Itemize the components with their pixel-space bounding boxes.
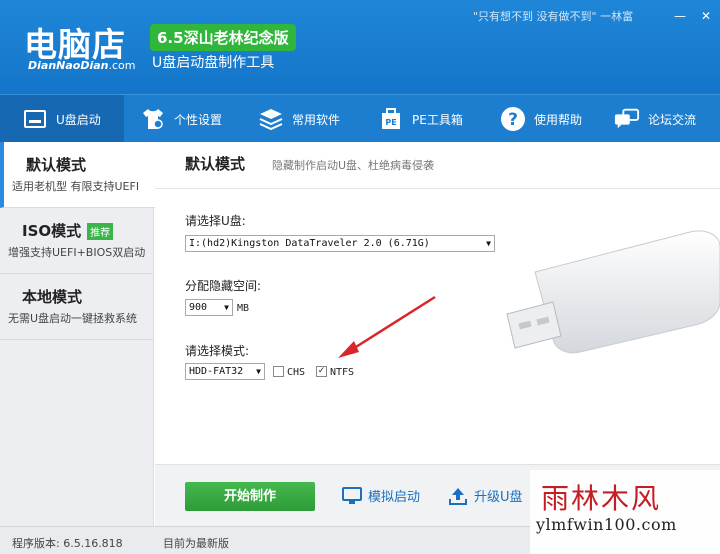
- chs-checkbox[interactable]: [273, 366, 284, 377]
- tshirt-icon: [140, 106, 166, 132]
- nav-item-forum[interactable]: 论坛交流: [614, 95, 696, 143]
- sidebar-item-title-text: ISO模式: [22, 222, 82, 240]
- chevron-down-icon: ▼: [486, 239, 491, 248]
- ntfs-checkbox[interactable]: ✓: [316, 366, 327, 377]
- header-quote: "只有想不到 没有做不到" 一林富: [473, 10, 634, 23]
- program-version: 程序版本: 6.5.16.818: [12, 537, 123, 550]
- mode-value: HDD-FAT32: [189, 366, 244, 377]
- update-status: 目前为最新版: [163, 537, 229, 550]
- page-subtitle: 隐藏制作启动U盘、杜绝病毒侵袭: [272, 159, 435, 172]
- chevron-down-icon: ▼: [256, 367, 261, 376]
- usb-drive-value: I:(hd2)Kingston DataTraveler 2.0 (6.71G): [189, 238, 430, 249]
- close-button[interactable]: ✕: [698, 9, 714, 25]
- sidebar-item-desc: 适用老机型 有限支持UEFI: [12, 180, 140, 193]
- nav-label: 个性设置: [174, 112, 223, 127]
- mode-select[interactable]: HDD-FAT32 ▼: [185, 363, 265, 380]
- chs-label: CHS: [287, 367, 306, 378]
- ntfs-label: NTFS: [330, 367, 355, 378]
- usb-select-label: 请选择U盘:: [185, 214, 246, 228]
- logo-domain: DianNaoDian.com: [28, 59, 136, 72]
- sidebar-item-desc: 增强支持UEFI+BIOS双启动: [8, 246, 146, 259]
- upload-icon: [449, 487, 467, 505]
- app-tagline: U盘启动盘制作工具: [152, 55, 275, 71]
- minimize-button[interactable]: —: [672, 9, 688, 25]
- usb-drive-icon: [22, 106, 48, 132]
- sidebar-item-iso-mode[interactable]: ISO模式 推荐 增强支持UEFI+BIOS双启动: [0, 208, 154, 274]
- nav-item-pe-toolbox[interactable]: PE PE工具箱: [378, 95, 463, 143]
- usb-drive-illustration: [506, 230, 720, 354]
- sidebar-item-title: 默认模式: [26, 156, 87, 174]
- nav-item-help[interactable]: ? 使用帮助: [500, 95, 582, 143]
- watermark-domain: ylmfwin100.com: [536, 515, 677, 534]
- logo-sub-brand: DianNaoDian: [28, 59, 109, 72]
- page-title: 默认模式: [185, 155, 246, 173]
- upgrade-usb-label: 升级U盘: [474, 490, 523, 505]
- version-badge: 6.5深山老林纪念版: [150, 24, 296, 51]
- svg-text:?: ?: [508, 110, 518, 130]
- nav-label: 常用软件: [292, 112, 341, 127]
- main-nav: U盘启动 个性设置 常用软件 PE PE工具箱 ? 使用帮助 论坛交流: [0, 94, 720, 143]
- mode-select-label: 请选择模式:: [185, 344, 250, 358]
- chat-icon: [614, 106, 640, 132]
- start-make-button[interactable]: 开始制作: [185, 482, 315, 511]
- chevron-down-icon: ▼: [224, 303, 229, 312]
- space-unit: MB: [237, 303, 250, 314]
- sidebar-item-local-mode[interactable]: 本地模式 无需U盘启动一键拯救系统: [0, 274, 154, 340]
- watermark-chinese: 雨林木风: [541, 482, 662, 515]
- nav-label: 使用帮助: [534, 112, 583, 127]
- nav-label: U盘启动: [56, 112, 101, 127]
- red-arrow-annotation: [338, 295, 436, 358]
- layers-icon: [258, 106, 284, 132]
- main-content: 默认模式 隐藏制作启动U盘、杜绝病毒侵袭 请选择U盘: I:(hd2)Kings…: [155, 142, 720, 526]
- monitor-icon: [342, 486, 362, 504]
- hidden-space-label: 分配隐藏空间:: [185, 279, 262, 293]
- simulate-boot-button[interactable]: 模拟启动: [342, 486, 420, 505]
- nav-label: PE工具箱: [412, 112, 463, 127]
- mode-sidebar: 默认模式 适用老机型 有限支持UEFI ISO模式 推荐 增强支持UEFI+BIO…: [0, 142, 155, 526]
- sidebar-item-title: 本地模式: [22, 288, 83, 306]
- sidebar-item-default-mode[interactable]: 默认模式 适用老机型 有限支持UEFI: [0, 142, 155, 208]
- divider: [155, 188, 720, 189]
- simulate-boot-label: 模拟启动: [368, 490, 421, 505]
- upgrade-usb-button[interactable]: 升级U盘: [448, 486, 523, 505]
- app-header: 电脑店 DianNaoDian.com 6.5深山老林纪念版 U盘启动盘制作工具…: [0, 0, 720, 94]
- svg-text:PE: PE: [385, 118, 396, 127]
- nav-item-usb-boot[interactable]: U盘启动: [0, 95, 124, 143]
- help-icon: ?: [500, 106, 526, 132]
- usb-drive-select[interactable]: I:(hd2)Kingston DataTraveler 2.0 (6.71G)…: [185, 235, 495, 252]
- logo-sub-domain: .com: [108, 59, 136, 72]
- nav-item-common-software[interactable]: 常用软件: [258, 95, 340, 143]
- hidden-space-select[interactable]: 900 ▼: [185, 299, 233, 316]
- recommended-badge: 推荐: [87, 223, 114, 240]
- nav-item-personalize[interactable]: 个性设置: [140, 95, 222, 143]
- hidden-space-value: 900: [189, 302, 208, 313]
- sidebar-item-title: ISO模式 推荐: [22, 220, 114, 241]
- sidebar-item-desc: 无需U盘启动一键拯救系统: [8, 312, 138, 325]
- pe-box-icon: PE: [378, 106, 404, 132]
- nav-label: 论坛交流: [648, 112, 697, 127]
